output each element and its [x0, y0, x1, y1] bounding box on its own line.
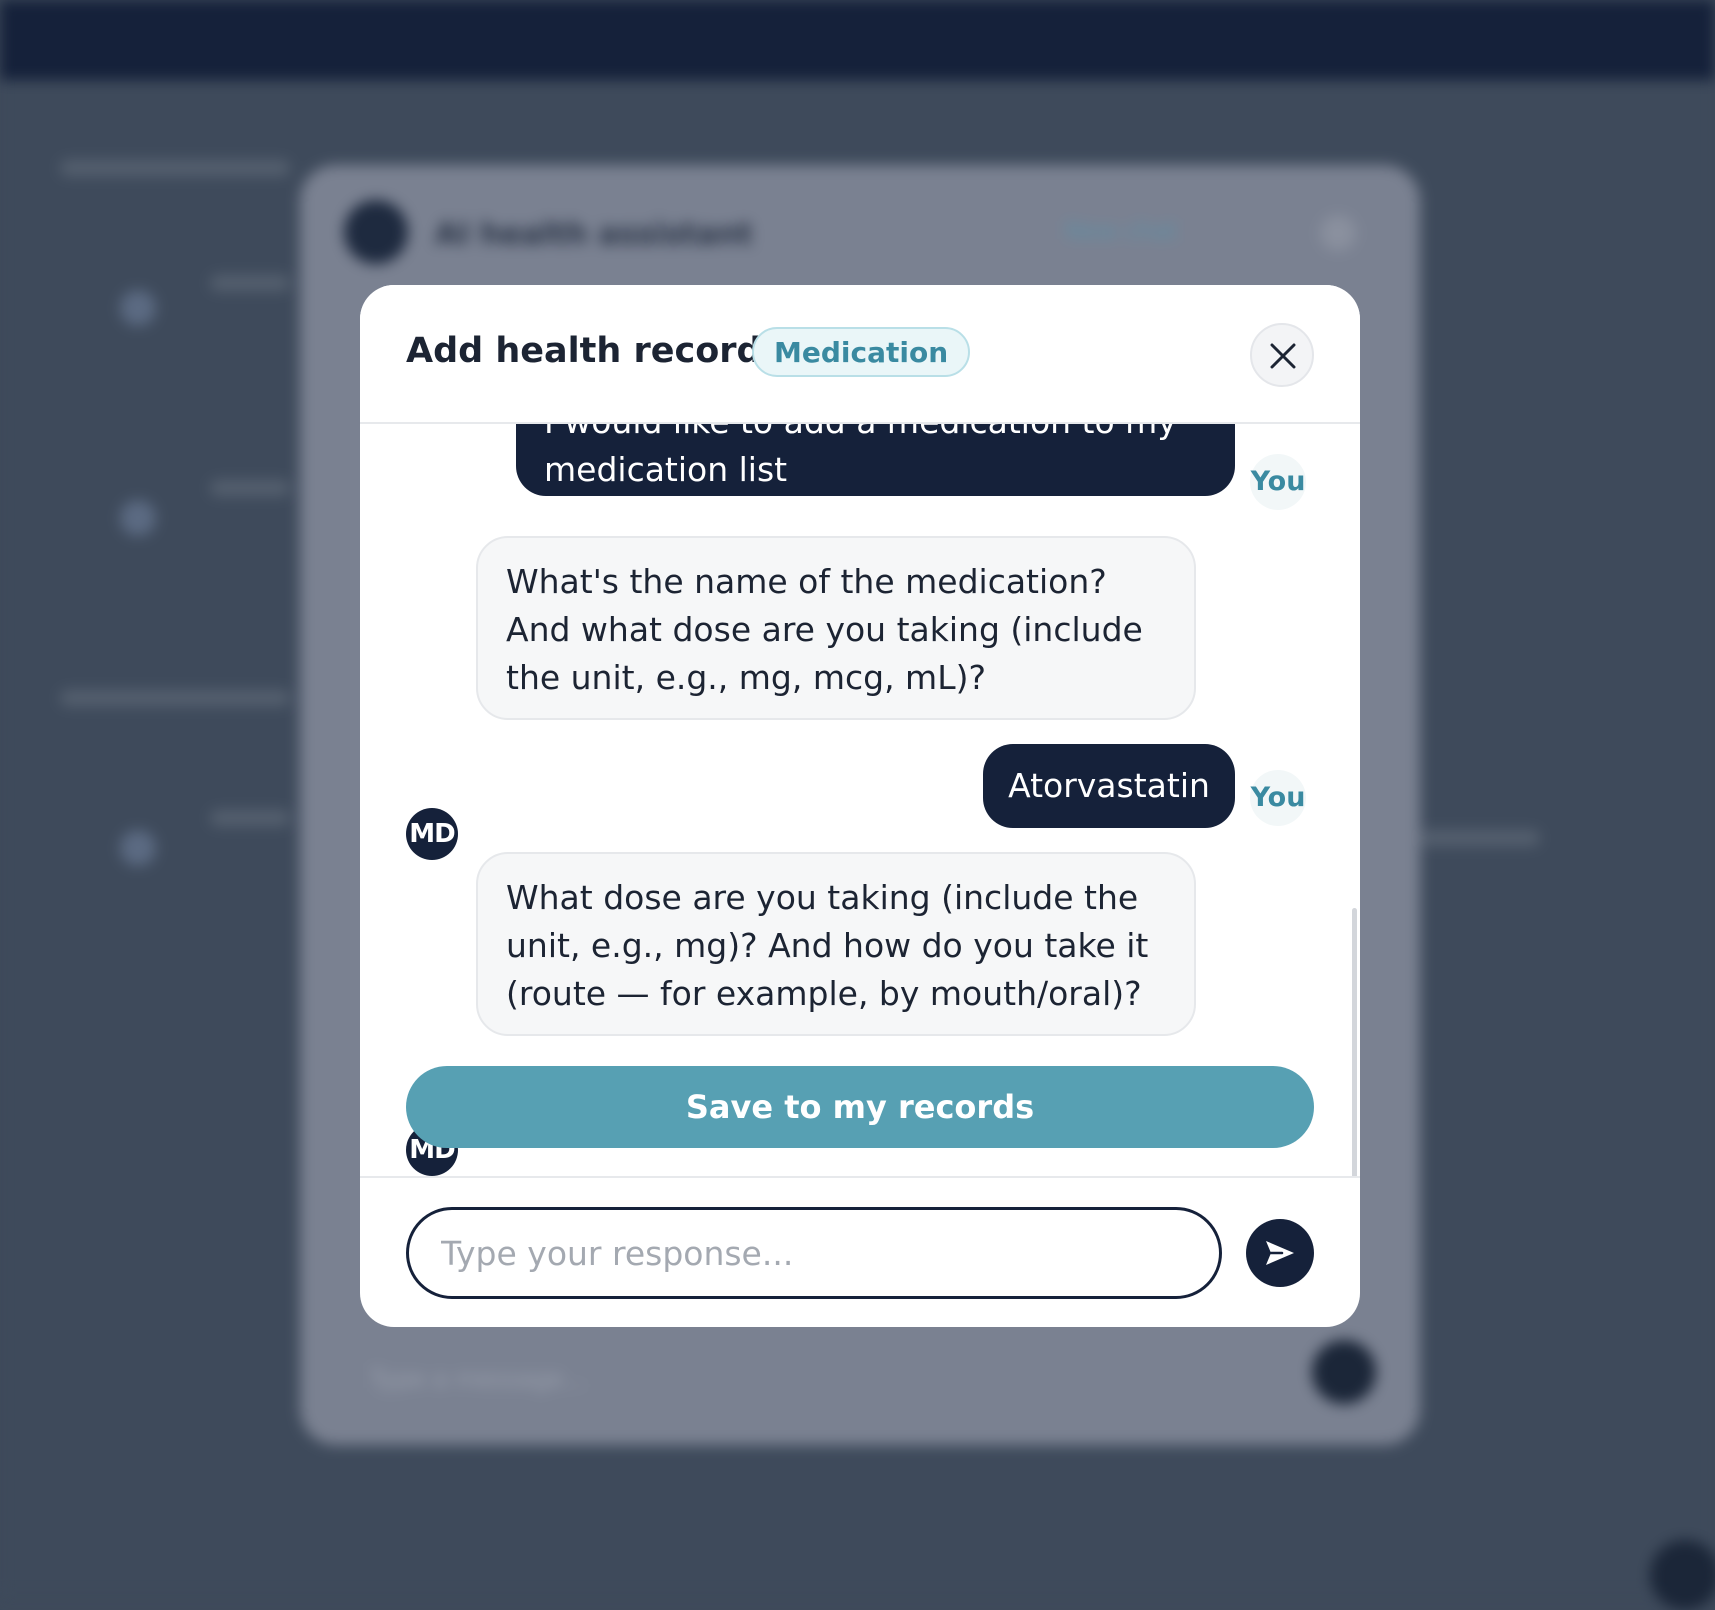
user-message: I would like to add a medication to my m… [516, 424, 1235, 496]
background-text-line [210, 810, 290, 826]
chat-messages[interactable]: I would like to add a medication to my m… [360, 424, 1360, 1176]
background-corner-button [1650, 1540, 1715, 1610]
user-message-text: I would like to add a medication to my m… [544, 424, 1177, 489]
assistant-avatar: MD [406, 808, 458, 860]
add-health-record-modal: Add health record Medication I would lik… [360, 285, 1360, 1327]
send-icon [1266, 1241, 1294, 1265]
you-badge: You [1250, 770, 1306, 826]
background-send-icon [1312, 1340, 1376, 1404]
footer-divider [360, 1176, 1360, 1178]
background-dot [120, 290, 156, 326]
background-text-line [210, 480, 290, 496]
record-type-tag: Medication [752, 327, 971, 377]
background-text-line [60, 690, 290, 706]
user-message-text: Atorvastatin [1008, 766, 1210, 805]
save-to-records-button[interactable]: Save to my records [406, 1066, 1314, 1148]
modal-title: Add health record [406, 331, 762, 371]
user-message: Atorvastatin [983, 744, 1235, 828]
background-text-line [60, 160, 290, 176]
background-text-line [1420, 830, 1540, 846]
close-icon [1270, 343, 1296, 369]
scrollbar-thumb[interactable] [1352, 908, 1357, 1176]
background-text-line [210, 275, 290, 291]
background-topbar [0, 0, 1715, 80]
assistant-message-text: What's the name of the medication? And w… [506, 562, 1143, 697]
background-close-icon [1320, 215, 1356, 251]
background-new-chat: New chat [1065, 217, 1178, 245]
background-avatar [344, 200, 408, 264]
assistant-message: What dose are you taking (include the un… [476, 852, 1196, 1036]
background-input-placeholder: Type a message... [370, 1365, 586, 1393]
background-dot [120, 500, 156, 536]
response-input[interactable] [406, 1207, 1222, 1299]
modal-header: Add health record Medication [360, 285, 1360, 424]
close-button[interactable] [1250, 323, 1314, 387]
assistant-message-text: What dose are you taking (include the un… [506, 878, 1149, 1013]
assistant-message: What's the name of the medication? And w… [476, 536, 1196, 720]
send-button[interactable] [1246, 1219, 1314, 1287]
background-dot [120, 830, 156, 866]
background-panel-title: AI health assistant [435, 217, 753, 252]
you-badge: You [1250, 454, 1306, 510]
